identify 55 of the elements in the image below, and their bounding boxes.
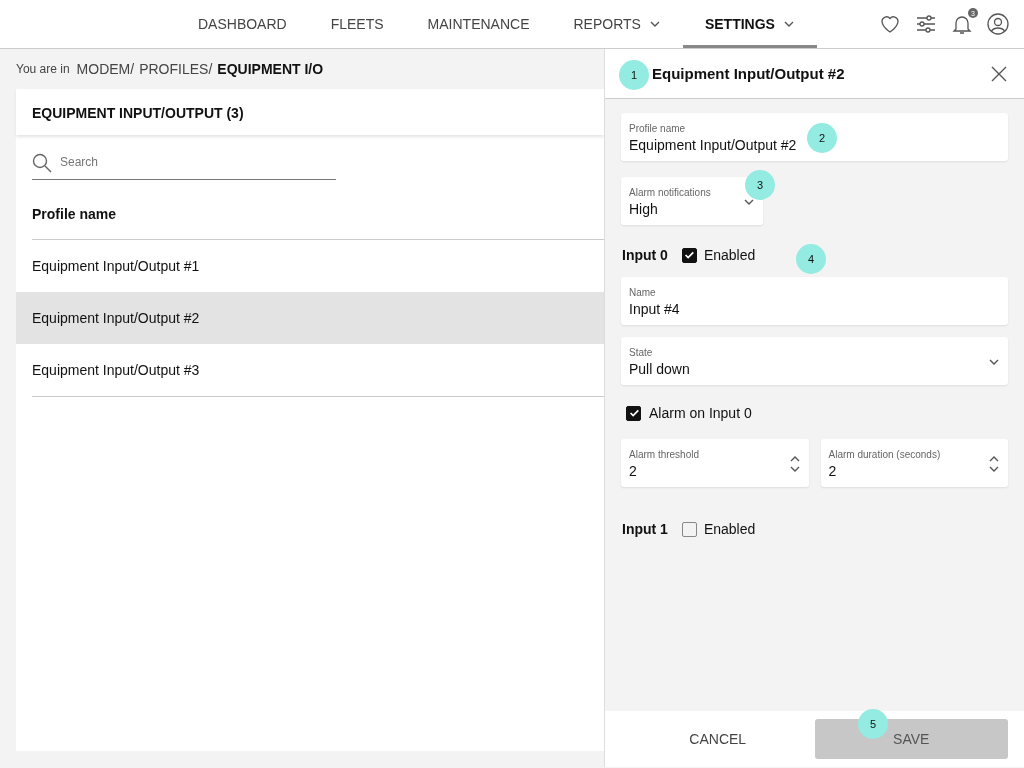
nav-tab[interactable]: FLEETS <box>308 0 406 48</box>
field-value: Input #4 <box>629 301 680 317</box>
chevron-up-icon <box>988 454 1000 464</box>
list-row[interactable]: Equipment Input/Output #1 <box>16 240 604 292</box>
cancel-button[interactable]: CANCEL <box>621 719 815 759</box>
list-row[interactable]: Equipment Input/Output #2 <box>16 292 604 344</box>
input-label: Input 0 <box>622 247 668 263</box>
field-label: Alarm notifications <box>629 187 711 198</box>
field-label: Alarm threshold <box>629 449 700 460</box>
field-value: High <box>629 201 658 217</box>
column-header: Profile name <box>32 180 604 240</box>
checkbox-label: Enabled <box>703 247 756 263</box>
list-row[interactable]: Equipment Input/Output #3 <box>32 344 604 397</box>
sliders-icon <box>914 12 938 36</box>
checkbox-label: Alarm on Input 0 <box>649 405 752 421</box>
field-value: 2 <box>629 463 637 479</box>
breadcrumb-label: You are in <box>16 62 70 76</box>
chevron-down-icon <box>988 464 1000 474</box>
search-icon <box>32 153 52 173</box>
name-field[interactable]: Name Input #4 <box>621 277 1008 325</box>
alarm-duration-field[interactable]: Alarm duration (seconds) 2 <box>820 439 1008 487</box>
annotation-marker: 3 <box>745 170 775 200</box>
check-icon <box>627 407 640 419</box>
nav-tab[interactable]: REPORTS <box>551 0 683 48</box>
panel-title: Equipment Input/Output #2 <box>652 65 846 82</box>
chevron-up-icon <box>788 454 801 464</box>
checkbox-label: Enabled <box>703 521 756 537</box>
field-value: Pull down <box>629 361 690 377</box>
field-label: Profile name <box>629 123 686 134</box>
state-select[interactable]: State Pull down <box>621 337 1008 385</box>
breadcrumb-link[interactable]: PROFILES/ <box>139 61 213 77</box>
chevron-down-icon <box>743 197 755 207</box>
field-label: Alarm duration (seconds) <box>828 449 941 460</box>
search-field[interactable]: Search <box>32 149 336 180</box>
enabled-checkbox[interactable] <box>681 247 697 263</box>
chevron-down-icon <box>988 357 1000 367</box>
field-label: Name <box>629 287 656 298</box>
input-label: Input 1 <box>622 521 668 537</box>
check-icon <box>683 249 696 261</box>
user-avatar-icon <box>986 12 1010 36</box>
field-value: 2 <box>828 463 837 479</box>
field-value: Equipment Input/Output #2 <box>629 137 797 153</box>
close-button[interactable] <box>990 64 1008 83</box>
nav-tab[interactable]: MAINTENANCE <box>405 0 552 48</box>
enabled-checkbox[interactable] <box>681 521 697 537</box>
field-label: State <box>629 347 653 358</box>
list-title: EQUIPMENT INPUT/OUTPUT (3) <box>16 89 604 135</box>
breadcrumb-link[interactable]: MODEM/ <box>76 61 135 77</box>
breadcrumb-current: EQUIPMENT I/O <box>217 61 324 77</box>
annotation-marker: 4 <box>796 244 826 274</box>
nav-tab[interactable]: DASHBOARD <box>176 0 309 48</box>
close-icon <box>990 64 1008 83</box>
alarm-checkbox[interactable] <box>626 405 641 421</box>
chevron-down-icon <box>788 464 801 474</box>
alarm-threshold-field[interactable]: Alarm threshold 2 <box>621 439 809 487</box>
